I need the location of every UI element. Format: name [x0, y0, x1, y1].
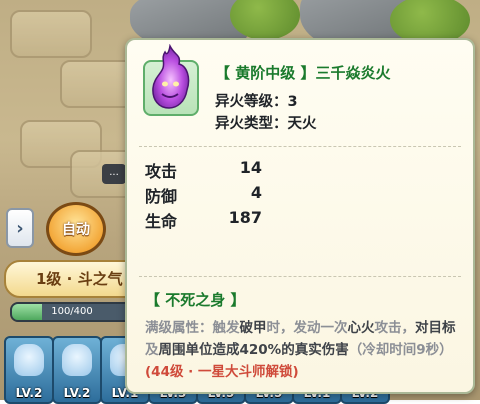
stat-label-hp: 生命 [145, 212, 178, 231]
desc-text: 攻击， [374, 320, 416, 336]
companion-slot[interactable]: LV.2 [52, 336, 102, 404]
fire-type: 异火类型：天火 [215, 116, 317, 132]
ground-tile [10, 10, 92, 58]
stage-label: 1级 · 斗之气 [36, 270, 123, 288]
desc-highlight: 心火 [347, 320, 375, 336]
stat-label-attack: 攻击 [145, 162, 178, 181]
hp-text: 100/400 [51, 306, 93, 317]
fire-name: 【 黄阶中级 】三千焱炎火 [215, 64, 391, 82]
companion-slot[interactable]: LV.2 [4, 336, 54, 404]
desc-text: 时，发动一次 [266, 320, 348, 336]
purple-flame-icon [152, 44, 190, 109]
desc-text: 满级属性：触发 [145, 320, 240, 336]
stat-value-hp: 187 [228, 208, 262, 227]
auto-battle-button[interactable]: 自动 [46, 202, 106, 256]
unlock-requirement: (44级 · 一星大斗师解锁) [145, 364, 299, 380]
stat-value-defense: 4 [250, 183, 262, 202]
desc-text: 及 [145, 342, 159, 358]
companion-icon [62, 344, 92, 376]
stat-label-defense: 防御 [145, 187, 178, 206]
hp-bar: 100/400 [10, 302, 134, 322]
companion-level: LV.2 [63, 386, 91, 400]
fire-level: 异火等级：3 [215, 94, 298, 110]
skill-description: 满级属性：触发破甲时，发动一次心火攻击，对目标及周围单位造成420%的真实伤害（… [145, 317, 463, 383]
chat-bubble-icon[interactable]: ... [102, 164, 126, 184]
expand-arrow-button[interactable]: › [6, 208, 34, 248]
divider [139, 146, 461, 147]
stat-value-attack: 14 [239, 158, 262, 177]
companion-icon [14, 344, 44, 376]
desc-highlight: 周围单位造成420%的真实伤害 [158, 342, 349, 358]
companion-level: LV.2 [15, 386, 43, 400]
desc-highlight: 对目标 [415, 320, 456, 336]
fire-tooltip-panel: 【 黄阶中级 】三千焱炎火 异火等级：3 异火类型：天火 攻击 14 防御 4 … [125, 38, 475, 394]
desc-text: （冷却时间9秒） [348, 342, 453, 358]
desc-highlight: 破甲 [239, 320, 267, 336]
divider [139, 276, 461, 277]
skill-title: 【 不死之身 】 [145, 291, 246, 309]
